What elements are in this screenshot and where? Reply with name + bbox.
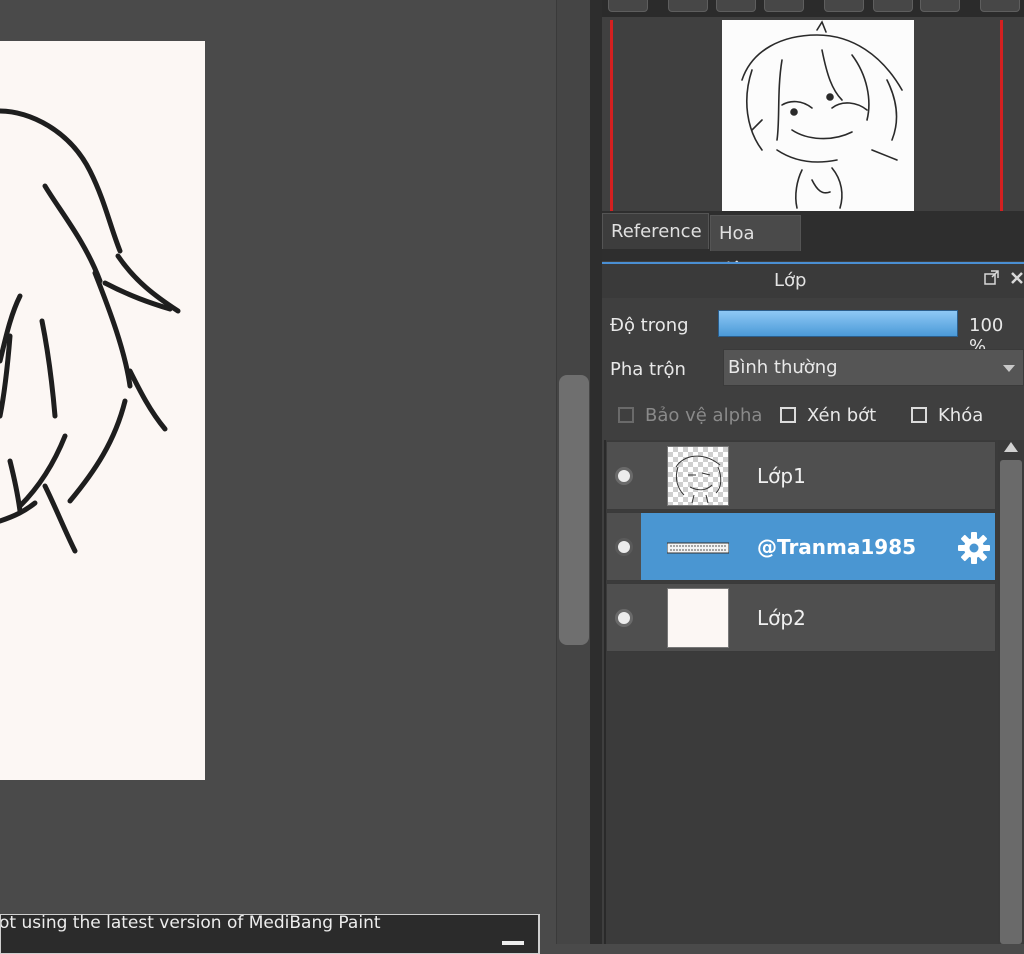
sketch-drawing (0, 108, 181, 554)
layer-row-selected[interactable]: @Tranma1985 (606, 512, 996, 581)
layer-name: Lớp2 (757, 606, 806, 630)
opacity-label: Độ trong (610, 315, 689, 336)
visibility-toggle-icon[interactable] (615, 609, 633, 627)
blend-mode-select[interactable]: Bình thường (723, 349, 1024, 386)
clipping-checkbox[interactable] (780, 407, 796, 423)
fit-button[interactable] (716, 0, 756, 12)
drawing-canvas[interactable] (0, 41, 205, 780)
navigator-thumbnail[interactable] (722, 20, 914, 211)
visibility-toggle-icon[interactable] (615, 467, 633, 485)
layer-thumbnail-sketch (675, 455, 722, 504)
layers-panel-title: Lớp (774, 270, 807, 291)
lock-checkbox[interactable] (911, 407, 927, 423)
protect-alpha-label: Bảo vệ alpha (645, 405, 763, 426)
layer-thumbnail (666, 517, 730, 577)
close-icon[interactable] (502, 941, 524, 945)
layer-thumbnail (667, 588, 729, 648)
close-panel-icon[interactable] (1010, 270, 1024, 286)
canvas-scroll-thumb[interactable] (559, 375, 589, 645)
layer-row[interactable]: Lớp2 (606, 583, 996, 652)
undock-icon[interactable] (984, 270, 1000, 286)
update-notice-text: ot using the latest version of MediBang … (0, 914, 381, 933)
blend-mode-value: Bình thường (728, 357, 838, 378)
update-notice: ot using the latest version of MediBang … (0, 914, 540, 954)
reset-view-button[interactable] (980, 0, 1020, 12)
panel-splitter[interactable] (590, 0, 602, 944)
layer-thumbnail (667, 446, 729, 506)
layer-name: Lớp1 (757, 464, 806, 488)
zoom-in-button[interactable] (608, 0, 648, 12)
rotate-left-button[interactable] (824, 0, 864, 12)
chevron-down-icon (1003, 365, 1015, 372)
flip-button[interactable] (873, 0, 913, 12)
layer-name: @Tranma1985 (757, 535, 917, 559)
rotate-right-button[interactable] (920, 0, 960, 12)
navigator-sketch (741, 20, 903, 209)
lock-label: Khóa (938, 405, 984, 426)
layer-list-scroll-thumb[interactable] (1000, 460, 1022, 944)
visibility-toggle-icon[interactable] (615, 538, 633, 556)
layers-panel-header (602, 262, 1024, 298)
blend-mode-label: Pha trộn (610, 359, 686, 380)
navigator-view-frame-left (610, 20, 613, 211)
protect-alpha-checkbox[interactable] (618, 407, 634, 423)
watermark-thumbnail (666, 542, 730, 554)
tab-reference[interactable]: Reference (602, 213, 709, 249)
gear-icon[interactable] (957, 531, 991, 565)
opacity-slider[interactable] (718, 310, 958, 337)
clipping-label: Xén bớt (807, 405, 877, 426)
actual-size-button[interactable] (764, 0, 804, 12)
navigator-view-frame-right (1000, 20, 1003, 211)
tab-navigator[interactable]: Hoa tiêu (710, 215, 801, 280)
scroll-up-icon[interactable] (1004, 442, 1018, 452)
zoom-out-button[interactable] (668, 0, 708, 12)
layer-row[interactable]: Lớp1 (606, 441, 996, 510)
navigator-toolbar (602, 0, 1024, 17)
